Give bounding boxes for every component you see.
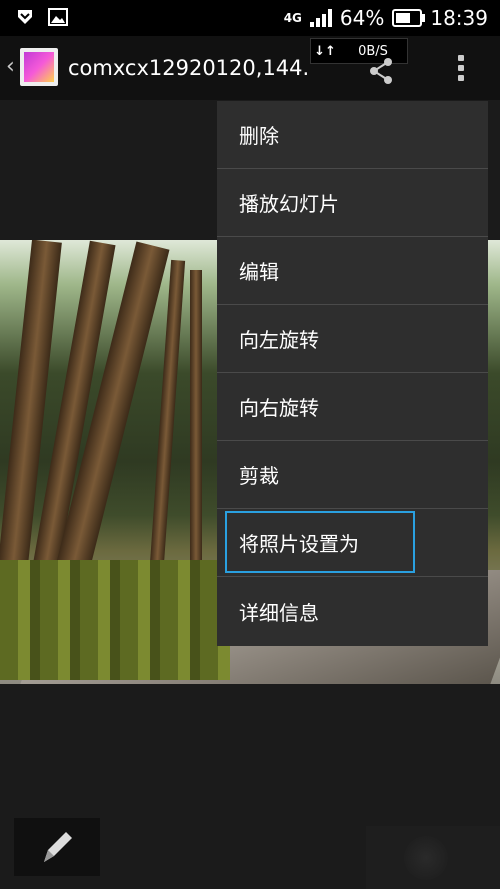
notification-shield-icon [18,10,32,24]
selection-highlight [225,511,415,573]
menu-item-rotate-left[interactable]: 向左旋转 [217,305,488,373]
status-right-icons: 4G 64% 18:39 [284,4,488,32]
menu-item-crop[interactable]: 剪裁 [217,441,488,509]
page-title: comxcx12920120,144. [68,56,310,80]
home-circle-button[interactable] [404,836,448,880]
image-notification-icon [48,8,68,26]
overflow-menu-icon[interactable] [454,52,468,84]
menu-item-delete[interactable]: 删除 [217,101,488,169]
overflow-menu: 删除 播放幻灯片 编辑 向左旋转 向右旋转 剪裁 将照片设置为 详细信息 [217,101,488,646]
menu-item-set-photo-as[interactable]: 将照片设置为 [217,509,488,577]
back-chevron-icon[interactable]: ‹ [6,54,15,79]
share-icon[interactable] [366,56,396,86]
network-type-label: 4G [283,11,302,25]
battery-icon [392,9,426,27]
gallery-app-icon[interactable] [20,48,58,86]
menu-item-edit[interactable]: 编辑 [217,237,488,305]
signal-strength-icon [309,9,332,27]
action-bar: ‹ comxcx12920120,144. [0,36,500,100]
transfer-arrows-icon: ↓↑ [314,43,336,59]
battery-percent: 64% [339,6,385,30]
clock: 18:39 [430,6,488,30]
status-left-icons [16,8,68,26]
menu-item-slideshow[interactable]: 播放幻灯片 [217,169,488,237]
pencil-icon [44,832,72,862]
menu-item-rotate-right[interactable]: 向右旋转 [217,373,488,441]
menu-item-details[interactable]: 详细信息 [217,577,488,645]
status-bar: 4G 64% 18:39 [0,0,500,36]
edit-button[interactable] [14,818,100,876]
battery-fill [396,13,411,23]
